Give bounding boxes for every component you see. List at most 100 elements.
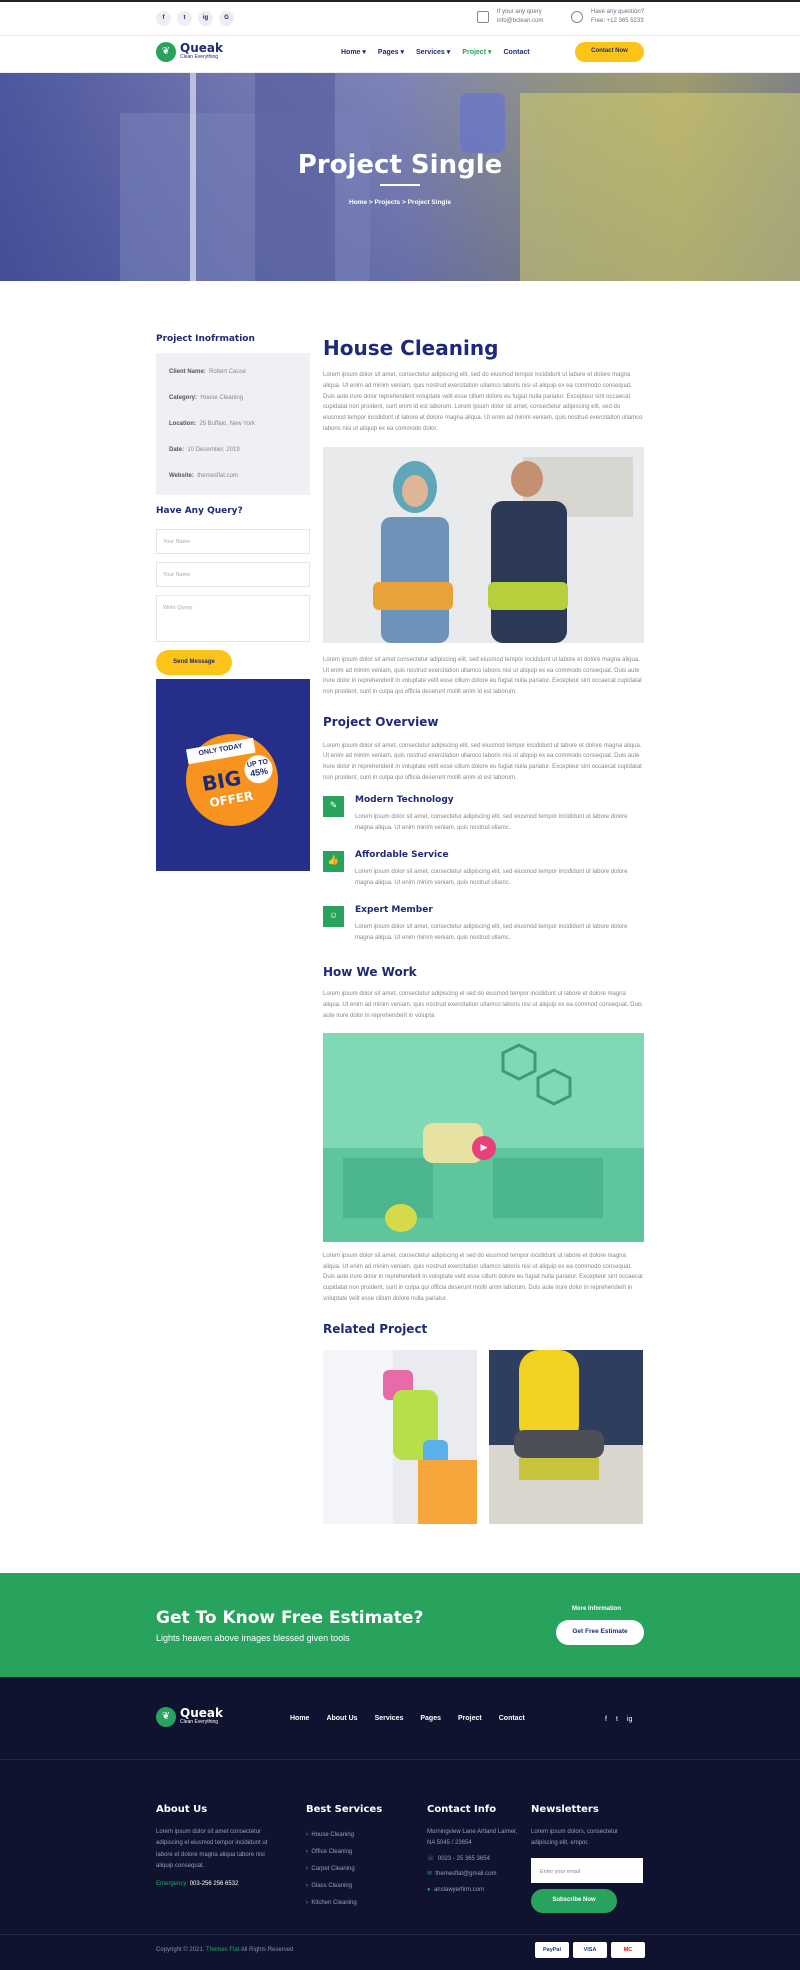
query-title: Have Any Query? <box>156 505 243 516</box>
page-title: Project Single <box>297 150 503 180</box>
footer-about: About Us Lorem ipsum dolor sit amet cons… <box>156 1800 276 1890</box>
instagram-icon[interactable]: ig <box>198 11 213 26</box>
info-date: Date: 10 December, 2019 <box>169 446 240 453</box>
video-thumbnail[interactable]: ▶ <box>323 1032 644 1242</box>
main-content: Project Inofrmation Client Name: Robert … <box>0 281 800 1573</box>
service-link[interactable]: › Glass Cleaning <box>306 1878 406 1894</box>
title-underline <box>380 184 420 186</box>
feature-text: Lorem ipsum dolor sit amet, consectetur … <box>355 923 628 941</box>
newsletter-email-input[interactable]: Enter your email <box>531 1857 643 1883</box>
query-info: If your any query info@bclean.com <box>477 8 543 26</box>
cleaners-illustration <box>323 446 644 643</box>
main-nav: Home ▾ Pages ▾ Services ▾ Project ▾ Cont… <box>341 48 530 59</box>
overview-title: Project Overview <box>323 714 439 729</box>
nav-home[interactable]: Home ▾ <box>341 48 366 59</box>
name-input-2[interactable]: Your Name <box>156 561 310 587</box>
facebook-icon[interactable]: f <box>156 11 171 26</box>
free-estimate-button[interactable]: Get Free Estimate <box>556 1620 644 1645</box>
site-header: ❦ Queak Clean Everything Home ▾ Pages ▾ S… <box>0 36 800 73</box>
footer-nav-project[interactable]: Project <box>458 1714 482 1725</box>
footer-nav-services[interactable]: Services <box>375 1714 404 1725</box>
footer-services: Best Services › House Cleaning › Office … <box>306 1800 406 1912</box>
mastercard-icon: MC <box>611 1942 645 1958</box>
overview-paragraph: Lorem ipsum dolor sit amet, consectetur … <box>323 742 642 781</box>
logo-name: Queak <box>180 41 223 56</box>
info-category: Category: House Cleaning <box>169 394 244 401</box>
project-info-box: Client Name: Robert Cause Category: Hous… <box>156 352 310 495</box>
facebook-icon[interactable]: f <box>605 1715 607 1726</box>
question-label: Have any question? <box>591 9 645 15</box>
footer-nav-pages[interactable]: Pages <box>420 1714 441 1725</box>
instagram-icon[interactable]: ig <box>627 1715 632 1726</box>
footer-contact: Contact Info Morningview Lane Artland La… <box>427 1800 522 1896</box>
footer-phone[interactable]: ☏ 0023 - 25 365 3654 <box>427 1854 522 1865</box>
feature-text: Lorem ipsum dolor sit amet, consectetur … <box>355 868 628 886</box>
feature-modern-technology: ✎ Modern Technology Lorem ipsum dolor si… <box>323 794 644 851</box>
footer-about-title: About Us <box>156 1804 208 1815</box>
payment-methods: PayPal VISA MC <box>535 1942 645 1958</box>
nav-services[interactable]: Services ▾ <box>416 48 450 59</box>
thumbs-up-icon: 👍 <box>323 850 344 872</box>
subscribe-button[interactable]: Subscribe Now <box>531 1888 617 1913</box>
query-email[interactable]: info@bclean.com <box>497 17 543 26</box>
footer-contact-title: Contact Info <box>427 1804 497 1815</box>
offer-badge: ONLY TODAY BIG OFFER UP TO 45% <box>178 726 286 834</box>
breadcrumb-projects[interactable]: Projects <box>375 199 401 206</box>
offer-only-today: ONLY TODAY <box>186 737 256 765</box>
emergency-line: Emergency: 003-256 256 6532 <box>156 1880 239 1887</box>
footer-logo-name: Queak <box>180 1706 223 1721</box>
phone-icon <box>571 11 583 23</box>
offer-banner[interactable]: ONLY TODAY BIG OFFER UP TO 45% <box>156 678 310 871</box>
related-project-title: Related Project <box>323 1321 428 1336</box>
contact-now-button[interactable]: Contact Now <box>575 42 644 62</box>
footer-email[interactable]: ✉ themesflat@gmail.com <box>427 1869 522 1880</box>
project-info-title: Project Inofrmation <box>156 334 255 344</box>
nav-pages[interactable]: Pages ▾ <box>378 48 404 59</box>
cta-subtitle: Lights heaven above images blessed given… <box>156 1633 350 1643</box>
copyright-brand[interactable]: Themes Flat <box>206 1947 239 1953</box>
breadcrumb-current: Project Single <box>407 199 451 206</box>
feature-title: Modern Technology <box>355 794 454 805</box>
wrench-icon: ✎ <box>323 795 344 817</box>
footer-logo[interactable]: ❦ Queak Clean Everything <box>156 1707 223 1727</box>
footer-nav-home[interactable]: Home <box>290 1714 309 1725</box>
feature-title: Affordable Service <box>355 849 449 860</box>
how-we-work-paragraph: Lorem ipsum dolor sit amet, consectetur … <box>323 991 643 1019</box>
estimate-cta: Get To Know Free Estimate? Lights heaven… <box>0 1573 800 1677</box>
name-input[interactable]: Your Name <box>156 528 310 554</box>
sidebar: Project Inofrmation Client Name: Robert … <box>156 333 310 871</box>
team-icon: ☺ <box>323 905 344 927</box>
project-title: House Cleaning <box>323 336 499 360</box>
footer-nav-about[interactable]: About Us <box>326 1714 357 1725</box>
play-icon[interactable]: ▶ <box>472 1135 496 1160</box>
service-link[interactable]: › House Cleaning <box>306 1827 406 1843</box>
question-phone[interactable]: Free: +12 365 5233 <box>591 17 644 26</box>
logo[interactable]: ❦ Queak Clean Everything <box>156 42 223 62</box>
service-link[interactable]: › Kitchen Cleaning <box>306 1895 406 1911</box>
social-links: f t ig G <box>156 11 234 26</box>
service-link[interactable]: › Office Cleaning <box>306 1844 406 1860</box>
copyright: Copyright © 2021. Themes Flat All Rights… <box>156 1947 294 1953</box>
send-message-button[interactable]: Send Message <box>156 649 232 675</box>
footer-main: About Us Lorem ipsum dolor sit amet cons… <box>0 1760 800 1934</box>
related-project-1[interactable] <box>323 1350 477 1525</box>
related-project-2[interactable] <box>489 1350 643 1525</box>
twitter-icon[interactable]: t <box>616 1715 618 1726</box>
nav-contact[interactable]: Contact <box>504 48 530 59</box>
service-link[interactable]: › Carpet Cleaning <box>306 1861 406 1877</box>
logo-tagline: Clean Everything <box>180 54 219 61</box>
feature-expert-member: ☺ Expert Member Lorem ipsum dolor sit am… <box>323 904 644 961</box>
cleaners-photo <box>323 446 644 643</box>
footer-web[interactable]: ● anslawyerfirm.com <box>427 1885 522 1896</box>
query-textarea[interactable]: Write Query <box>156 594 310 642</box>
feature-title: Expert Member <box>355 904 433 915</box>
cleaning-door-illustration <box>323 1350 477 1525</box>
query-label: If your any query <box>497 9 542 15</box>
breadcrumb-home[interactable]: Home <box>349 199 367 206</box>
intro-paragraph: Lorem ipsum dolor sit amet, consectetur … <box>323 372 643 432</box>
footer-nav-contact[interactable]: Contact <box>499 1714 525 1725</box>
nav-project[interactable]: Project ▾ <box>462 48 491 59</box>
google-icon[interactable]: G <box>219 11 234 26</box>
twitter-icon[interactable]: t <box>177 11 192 26</box>
emergency-phone[interactable]: 003-256 256 6532 <box>190 1881 239 1887</box>
